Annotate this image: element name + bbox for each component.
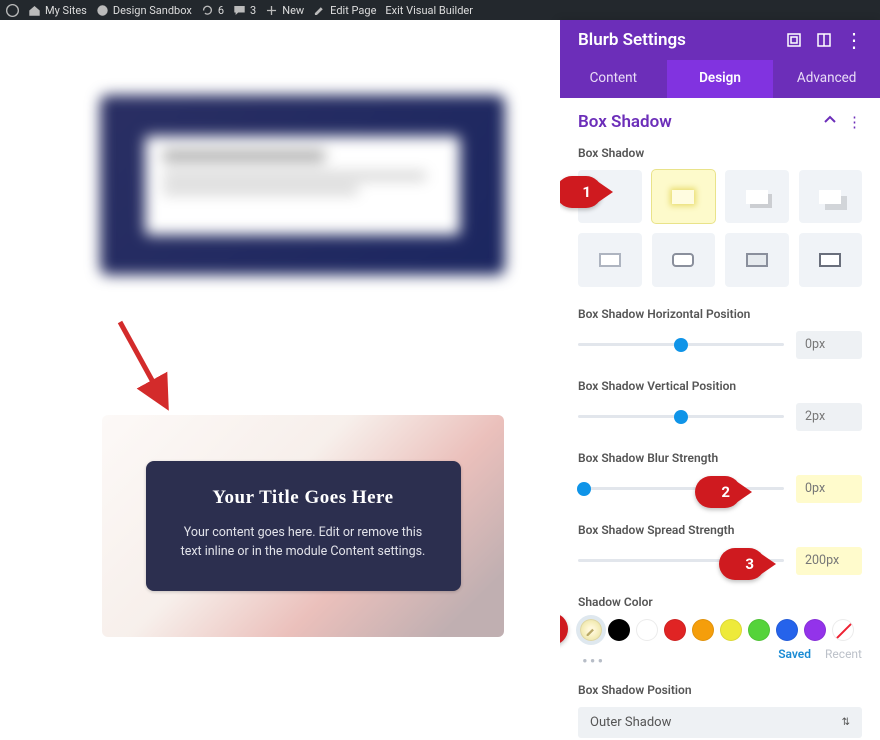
annotation-arrow [112, 316, 182, 416]
blurb-module[interactable]: Your Title Goes Here Your content goes h… [102, 415, 504, 637]
blurb-title: Your Title Goes Here [176, 487, 431, 509]
annotation-2: 2 [695, 476, 741, 508]
site-link[interactable]: Design Sandbox [96, 4, 192, 17]
annotation-1: 1 [560, 176, 602, 208]
panel-title: Blurb Settings [578, 30, 686, 50]
preset-outline-fill[interactable] [725, 233, 789, 286]
slider-blur-label: Box Shadow Blur Strength [578, 451, 862, 465]
slider-vertical-input[interactable] [796, 403, 862, 431]
saved-colors-link[interactable]: Saved [778, 647, 811, 661]
color-swatch[interactable] [720, 619, 742, 641]
color-swatch-none[interactable] [832, 619, 854, 641]
tab-content[interactable]: Content [560, 60, 667, 98]
slider-spread-input[interactable] [796, 547, 862, 575]
new-label: New [282, 4, 304, 17]
annotation-3: 3 [719, 548, 765, 580]
slider-vertical: Box Shadow Vertical Position [578, 379, 862, 431]
chevron-down-icon: ⇅ [842, 717, 850, 728]
exit-visual-builder-link[interactable]: Exit Visual Builder [385, 4, 473, 17]
blurred-preview-card [100, 95, 505, 275]
preset-outline-thin[interactable] [578, 233, 642, 286]
color-swatches: 4 [578, 619, 862, 641]
slider-vertical-label: Box Shadow Vertical Position [578, 379, 862, 393]
blurb-body: Your content goes here. Edit or remove t… [176, 523, 431, 562]
slider-horizontal-track[interactable] [578, 343, 784, 346]
slider-blur-input[interactable] [796, 475, 862, 503]
tab-design[interactable]: Design [667, 60, 774, 98]
settings-tabs: Content Design Advanced [560, 60, 880, 98]
slider-horizontal: Box Shadow Horizontal Position [578, 307, 862, 359]
updates-link[interactable]: 6 [201, 4, 224, 17]
color-swatch[interactable] [804, 619, 826, 641]
slider-horizontal-thumb[interactable] [674, 338, 688, 352]
slider-blur-thumb[interactable] [577, 482, 591, 496]
grid-layout-icon[interactable] [816, 32, 832, 48]
shadow-color-label: Shadow Color [578, 595, 862, 609]
collapse-icon[interactable] [823, 113, 837, 131]
panel-header: Blurb Settings ⋮ Content Design Advanced [560, 20, 880, 98]
builder-canvas: Your Title Goes Here Your content goes h… [0, 20, 560, 740]
position-value: Outer Shadow [590, 715, 671, 730]
presets-label: Box Shadow [578, 146, 862, 160]
color-swatch[interactable] [664, 619, 686, 641]
edit-page-link[interactable]: Edit Page [313, 4, 376, 17]
wp-logo[interactable] [6, 4, 19, 17]
color-more-icon[interactable]: ••• [578, 650, 609, 674]
color-picker-swatch[interactable] [580, 619, 602, 641]
site-label: Design Sandbox [113, 4, 192, 17]
color-swatch[interactable] [608, 619, 630, 641]
slider-horizontal-input[interactable] [796, 331, 862, 359]
section-more-icon[interactable]: ⋮ [847, 113, 862, 131]
fullscreen-icon[interactable] [786, 32, 802, 48]
slider-blur-track[interactable] [578, 487, 784, 490]
preset-glow[interactable] [652, 170, 716, 223]
recent-colors-link[interactable]: Recent [825, 647, 862, 661]
annotation-4: 4 [560, 613, 568, 645]
color-swatch[interactable] [636, 619, 658, 641]
slider-spread: Box Shadow Spread Strength 3 [578, 523, 862, 575]
position-label: Box Shadow Position [578, 683, 862, 697]
slider-blur: Box Shadow Blur Strength 2 [578, 451, 862, 503]
slider-vertical-track[interactable] [578, 415, 784, 418]
color-swatch[interactable] [692, 619, 714, 641]
color-swatch[interactable] [776, 619, 798, 641]
section-title: Box Shadow [578, 112, 672, 132]
box-shadow-position-select[interactable]: Outer Shadow ⇅ [578, 707, 862, 738]
comments-count: 3 [250, 4, 256, 17]
module-settings-panel: Blurb Settings ⋮ Content Design Advanced… [560, 20, 880, 740]
wp-admin-bar: My Sites Design Sandbox 6 3 New Edit Pag… [0, 0, 880, 20]
slider-spread-label: Box Shadow Spread Strength [578, 523, 862, 537]
color-swatch[interactable] [748, 619, 770, 641]
preset-outline-rounded[interactable] [652, 233, 716, 286]
slider-vertical-thumb[interactable] [674, 410, 688, 424]
more-icon[interactable]: ⋮ [846, 32, 862, 48]
section-header: Box Shadow ⋮ [578, 112, 862, 132]
panel-body: Box Shadow ⋮ Box Shadow 1 Box [560, 98, 880, 740]
updates-count: 6 [218, 4, 224, 17]
my-sites-label: My Sites [45, 4, 87, 17]
comments-link[interactable]: 3 [233, 4, 256, 17]
exit-vb-label: Exit Visual Builder [385, 4, 473, 17]
tab-advanced[interactable]: Advanced [773, 60, 880, 98]
blurb-inner-box: Your Title Goes Here Your content goes h… [146, 461, 461, 592]
preset-drop-large[interactable] [799, 170, 863, 223]
my-sites-link[interactable]: My Sites [28, 4, 87, 17]
box-shadow-presets: 1 [578, 170, 862, 287]
slider-horizontal-label: Box Shadow Horizontal Position [578, 307, 862, 321]
preset-drop-soft[interactable] [725, 170, 789, 223]
preset-outline-thick[interactable] [799, 233, 863, 286]
edit-page-label: Edit Page [330, 4, 376, 17]
new-link[interactable]: New [265, 4, 304, 17]
